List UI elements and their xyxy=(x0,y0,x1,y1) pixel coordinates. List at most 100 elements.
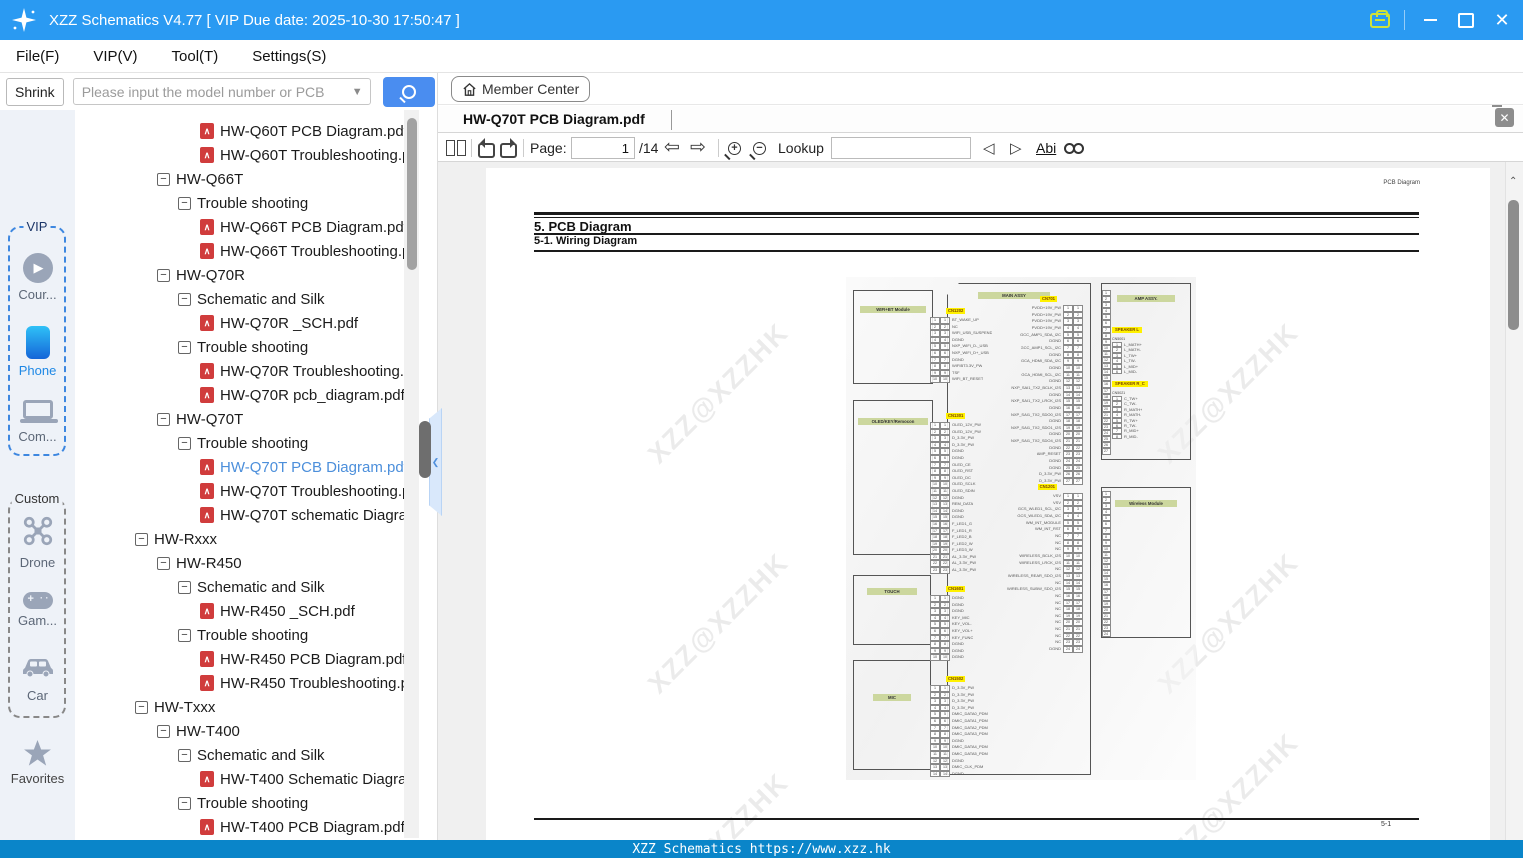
tree-item-pdf[interactable]: ∧ HW-Q70T schematic Diagram.pdf xyxy=(75,503,405,527)
menu-vip[interactable]: VIP(V) xyxy=(93,48,137,65)
sidebar-item-car[interactable]: Car xyxy=(0,655,75,703)
tree-item-node[interactable]: − HW-R450 xyxy=(75,551,405,575)
tree-item-pdf[interactable]: ∧ HW-Q66T PCB Diagram.pdf xyxy=(75,215,405,239)
tree-item-node[interactable]: − Trouble shooting xyxy=(75,431,405,455)
minimize-button[interactable] xyxy=(1419,9,1441,31)
collapse-icon[interactable]: − xyxy=(157,412,170,426)
title-bar: XZZ Schematics V4.77 [ VIP Due date: 202… xyxy=(0,0,1523,40)
collapse-icon[interactable]: − xyxy=(178,436,191,450)
collapse-icon[interactable]: − xyxy=(178,748,191,762)
tree-item-node[interactable]: − Trouble shooting xyxy=(75,191,405,215)
connector-cn701: CN701 PVDD+19V_PW 1 1 PVDD+19V_PW 2 2 PVDD+19V_… xyxy=(943,287,1083,485)
zoom-out-button[interactable]: − xyxy=(753,134,766,162)
two-page-view-button[interactable] xyxy=(446,134,466,162)
tree-item-label: HW-Q66T Troubleshooting.pdf xyxy=(220,242,405,260)
tree-item-node[interactable]: − HW-Txxx xyxy=(75,695,405,719)
tree-item-node[interactable]: − Schematic and Silk xyxy=(75,575,405,599)
tree-item-label: Schematic and Silk xyxy=(197,746,325,764)
tree-item-label: HW-Q70R _SCH.pdf xyxy=(220,314,359,332)
page-label: Page: xyxy=(530,140,567,156)
tree-item-node[interactable]: − Schematic and Silk xyxy=(75,743,405,767)
tree-item-pdf[interactable]: ∧ HW-Q60T Troubleshooting.pdf xyxy=(75,143,405,167)
tree-item-node[interactable]: − HW-Q70T xyxy=(75,407,405,431)
search-input[interactable] xyxy=(73,83,344,100)
search-button[interactable] xyxy=(382,76,435,107)
tab-document[interactable]: HW-Q70T PCB Diagram.pdf xyxy=(463,111,645,127)
tree-item-node[interactable]: − HW-Rxxx xyxy=(75,527,405,551)
sidebar-item-favorites[interactable]: Favorites xyxy=(0,740,75,786)
close-tab-icon[interactable]: ✕ xyxy=(1492,105,1514,127)
tree-item-node[interactable]: − HW-Q66T xyxy=(75,167,405,191)
rotate-left-button[interactable] xyxy=(478,134,495,162)
pdf-page: XZZ@XZZHK XZZ@XZZHK XZZ@XZZHK XZZ@XZZHK … xyxy=(486,168,1490,840)
tree-item-label: HW-T400 PCB Diagram.pdf xyxy=(220,818,405,836)
collapse-icon[interactable]: − xyxy=(178,340,191,354)
scroll-up-icon[interactable]: ⌃ xyxy=(1509,176,1517,187)
tree-item-pdf[interactable]: ∧ HW-Q60T PCB Diagram.pdf xyxy=(75,119,405,143)
sidebar-item-course[interactable]: ▶ Cour... xyxy=(0,253,75,302)
pdf-icon: ∧ xyxy=(200,243,214,259)
tree-item-pdf[interactable]: ∧ HW-Q70T PCB Diagram.pdf xyxy=(75,455,405,479)
tree-item-node[interactable]: − HW-T400 xyxy=(75,719,405,743)
next-page-button[interactable]: ⇨ xyxy=(690,134,706,162)
collapse-icon[interactable]: − xyxy=(178,628,191,642)
tree-item-pdf[interactable]: ∧ HW-Q66T Troubleshooting.pdf xyxy=(75,239,405,263)
collapse-icon[interactable]: − xyxy=(178,196,191,210)
sidebar-item-phone[interactable]: Phone xyxy=(0,326,75,378)
menu-settings[interactable]: Settings(S) xyxy=(252,48,326,65)
module-oled-key-remocon: OLED/KEY/Remocon xyxy=(853,400,933,555)
collapse-icon[interactable]: − xyxy=(178,796,191,810)
model-search-box[interactable]: ▼ xyxy=(72,78,371,105)
collapse-icon[interactable]: − xyxy=(157,556,170,570)
search-all-button[interactable] xyxy=(1064,134,1084,162)
match-case-toggle[interactable]: Abi xyxy=(1036,134,1056,162)
member-center-button[interactable]: Member Center xyxy=(451,76,591,102)
tree-item-pdf[interactable]: ∧ HW-R450 PCB Diagram.pdf xyxy=(75,647,405,671)
collapse-icon[interactable]: − xyxy=(135,532,148,546)
pdf-scrollbar-thumb[interactable] xyxy=(1508,200,1519,330)
maximize-button[interactable] xyxy=(1455,9,1477,31)
collapse-icon[interactable]: − xyxy=(178,580,191,594)
sidebar-item-drone[interactable]: Drone xyxy=(0,516,75,570)
prev-page-button[interactable]: ⇦ xyxy=(664,134,680,162)
tree-item-label: Schematic and Silk xyxy=(197,290,325,308)
briefcase-icon[interactable] xyxy=(1370,9,1390,28)
collapse-icon[interactable]: − xyxy=(157,268,170,282)
find-next-button[interactable]: ▷ xyxy=(1010,134,1022,162)
shrink-button[interactable]: Shrink xyxy=(6,77,64,106)
tree-item-node[interactable]: − Schematic and Silk xyxy=(75,287,405,311)
tree-item-node[interactable]: − HW-Q70R xyxy=(75,263,405,287)
tree-scrollbar-thumb[interactable] xyxy=(407,118,417,270)
collapse-icon[interactable]: − xyxy=(157,172,170,186)
menu-file[interactable]: File(F) xyxy=(16,48,59,65)
sidebar-item-game[interactable]: Gam... xyxy=(0,592,75,628)
tree-item-pdf[interactable]: ∧ HW-T400 Schematic Diagram.pdf xyxy=(75,767,405,791)
page-number-input[interactable] xyxy=(571,137,635,159)
collapse-icon[interactable]: − xyxy=(157,724,170,738)
tree-item-label: HW-T400 Schematic Diagram.pdf xyxy=(220,770,405,788)
sidebar-item-computer[interactable]: Com... xyxy=(0,400,75,444)
tree-item-node[interactable]: − Trouble shooting xyxy=(75,791,405,815)
lookup-input[interactable] xyxy=(831,137,971,159)
tree-item-pdf[interactable]: ∧ HW-Q70R Troubleshooting.pdf xyxy=(75,359,405,383)
tree-item-pdf[interactable]: ∧ HW-Q70R _SCH.pdf xyxy=(75,311,405,335)
tree-item-node[interactable]: − Trouble shooting xyxy=(75,623,405,647)
panel-scrollbar-thumb[interactable] xyxy=(419,421,431,478)
collapse-icon[interactable]: − xyxy=(178,292,191,306)
find-prev-button[interactable]: ◁ xyxy=(983,134,995,162)
tree-item-node[interactable]: − Trouble shooting xyxy=(75,335,405,359)
tree-item-pdf[interactable]: ∧ HW-R450 Troubleshooting.pdf xyxy=(75,671,405,695)
rotate-right-button[interactable] xyxy=(500,134,517,162)
tree-item-pdf[interactable]: ∧ HW-T400 PCB Diagram.pdf xyxy=(75,815,405,839)
zoom-in-button[interactable]: + xyxy=(728,134,741,162)
close-button[interactable]: ✕ xyxy=(1491,9,1513,31)
search-icon xyxy=(401,84,416,99)
tree-item-pdf[interactable]: ∧ HW-R450 _SCH.pdf xyxy=(75,599,405,623)
tree-item-pdf[interactable]: ∧ HW-Q70T Troubleshooting.pdf xyxy=(75,479,405,503)
chevron-down-icon[interactable]: ▼ xyxy=(352,86,363,98)
zoom-out-icon: − xyxy=(753,141,766,155)
tree-item-pdf[interactable]: ∧ HW-Q70R pcb_diagram.pdf xyxy=(75,383,405,407)
collapse-icon[interactable]: − xyxy=(135,700,148,714)
menu-tool[interactable]: Tool(T) xyxy=(172,48,219,65)
play-circle-icon: ▶ xyxy=(22,253,53,283)
